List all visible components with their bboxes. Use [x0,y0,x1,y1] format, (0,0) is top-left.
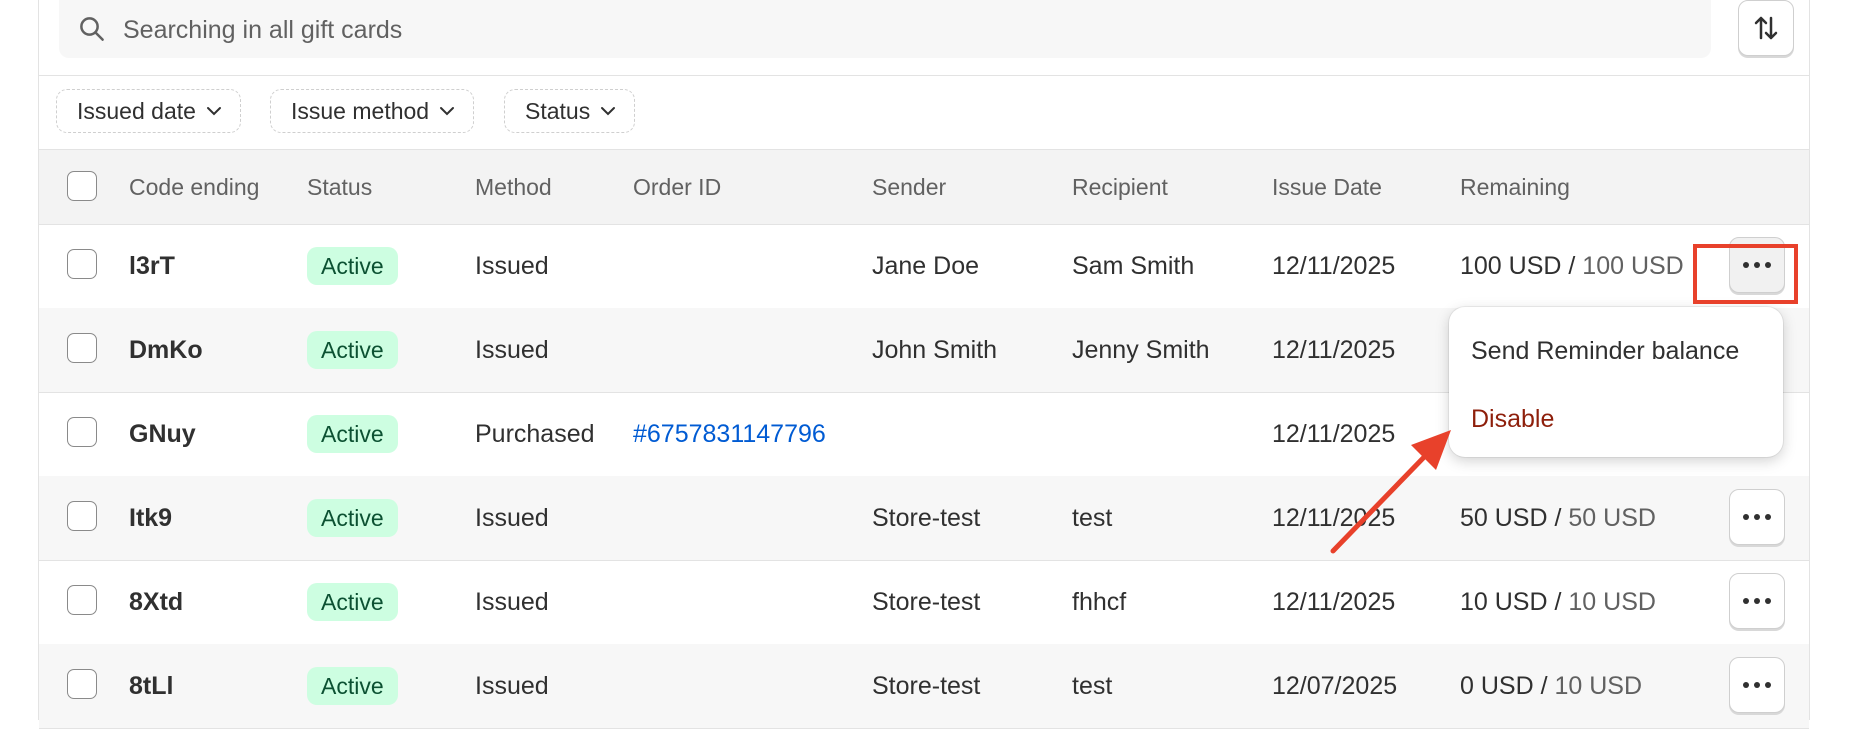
sender: Store-test [872,588,981,616]
status-badge: Active [307,247,398,285]
status-badge: Active [307,415,398,453]
recipient: Jenny Smith [1072,336,1210,364]
sort-button[interactable] [1738,0,1794,56]
select-all-checkbox[interactable] [67,171,97,201]
actions-popover: Send Reminder balance Disable [1449,307,1783,457]
header-remaining[interactable]: Remaining [1460,174,1570,201]
issue-date: 12/07/2025 [1272,672,1398,700]
method: Purchased [475,420,595,448]
method: Issued [475,504,549,532]
divider [39,75,1809,76]
chevron-down-icon [601,107,616,116]
header-method[interactable]: Method [475,174,552,201]
sender: John Smith [872,336,998,364]
row-checkbox[interactable] [67,417,97,447]
filter-issued-date[interactable]: Issued date [56,89,241,133]
recipient: Sam Smith [1072,252,1195,280]
filter-issue-method[interactable]: Issue method [270,89,475,133]
header-order-id[interactable]: Order ID [633,174,721,201]
code-ending: GNuy [129,420,196,448]
status-badge: Active [307,667,398,705]
more-horizontal-icon [1743,682,1771,688]
status-badge: Active [307,583,398,621]
status-badge: Active [307,499,398,537]
header-status[interactable]: Status [307,174,372,201]
recipient: test [1072,504,1113,532]
sender: Jane Doe [872,252,980,280]
table-row[interactable]: 8Xtd Active Issued Store-test fhhcf 12/1… [39,560,1809,645]
method: Issued [475,252,549,280]
header-code-ending[interactable]: Code ending [129,174,259,201]
remaining: 50 USD / 50 USD [1460,504,1656,532]
more-actions-button[interactable] [1729,657,1785,713]
disable-item[interactable]: Disable [1471,405,1554,434]
method: Issued [475,672,549,700]
header-recipient[interactable]: Recipient [1072,174,1168,201]
issue-date: 12/11/2025 [1272,336,1396,364]
initial-value: 10 USD [1554,672,1643,700]
more-actions-button[interactable] [1729,489,1785,545]
status-badge: Active [307,331,398,369]
filter-label: Issue method [291,97,430,124]
header-issue-date[interactable]: Issue Date [1272,174,1382,201]
remaining: 10 USD / 10 USD [1460,588,1656,616]
filter-status[interactable]: Status [504,89,636,133]
code-ending: l3rT [129,252,175,280]
issue-date: 12/11/2025 [1272,420,1396,448]
issue-date: 12/11/2025 [1272,252,1396,280]
initial-value: 10 USD [1568,588,1656,616]
remaining: 0 USD / 10 USD [1460,672,1643,700]
more-horizontal-icon [1743,514,1771,520]
issue-date: 12/11/2025 [1272,588,1396,616]
send-reminder-balance-item[interactable]: Send Reminder balance [1471,337,1739,366]
remaining: 100 USD / 100 USD [1460,252,1684,280]
method: Issued [475,336,549,364]
method: Issued [475,588,549,616]
code-ending: 8Xtd [129,588,184,616]
issue-date: 12/11/2025 [1272,504,1396,532]
chevron-down-icon [206,107,221,116]
table-row[interactable]: l3rT Active Issued Jane Doe Sam Smith 12… [39,224,1809,309]
sort-arrows-icon [1754,16,1778,40]
initial-value: 50 USD [1568,504,1656,532]
code-ending: DmKo [129,336,203,364]
initial-value: 100 USD [1582,252,1684,280]
search-input[interactable] [121,11,1625,49]
row-checkbox[interactable] [67,249,97,279]
chevron-down-icon [440,107,455,116]
code-ending: Itk9 [129,504,173,532]
order-id-link[interactable]: #6757831147796 [633,420,826,449]
filter-label: Issued date [77,97,196,124]
header-sender[interactable]: Sender [872,174,946,201]
row-checkbox[interactable] [67,669,97,699]
table-header: Code ending Status Method Order ID Sende… [39,149,1809,225]
recipient: fhhcf [1072,588,1127,616]
more-actions-button[interactable] [1729,573,1785,629]
row-checkbox[interactable] [67,501,97,531]
table-row[interactable]: 8tLl Active Issued Store-test test 12/07… [39,644,1809,729]
table-row[interactable]: Itk9 Active Issued Store-test test 12/11… [39,476,1809,561]
row-checkbox[interactable] [67,333,97,363]
recipient: test [1072,672,1113,700]
search-bar[interactable] [59,0,1711,58]
sender: Store-test [872,672,981,700]
row-checkbox[interactable] [67,585,97,615]
more-horizontal-icon [1743,598,1771,604]
annotation-highlight-box [1693,244,1798,304]
code-ending: 8tLl [129,672,174,700]
filter-label: Status [525,97,591,124]
search-icon [80,17,104,41]
sender: Store-test [872,504,981,532]
